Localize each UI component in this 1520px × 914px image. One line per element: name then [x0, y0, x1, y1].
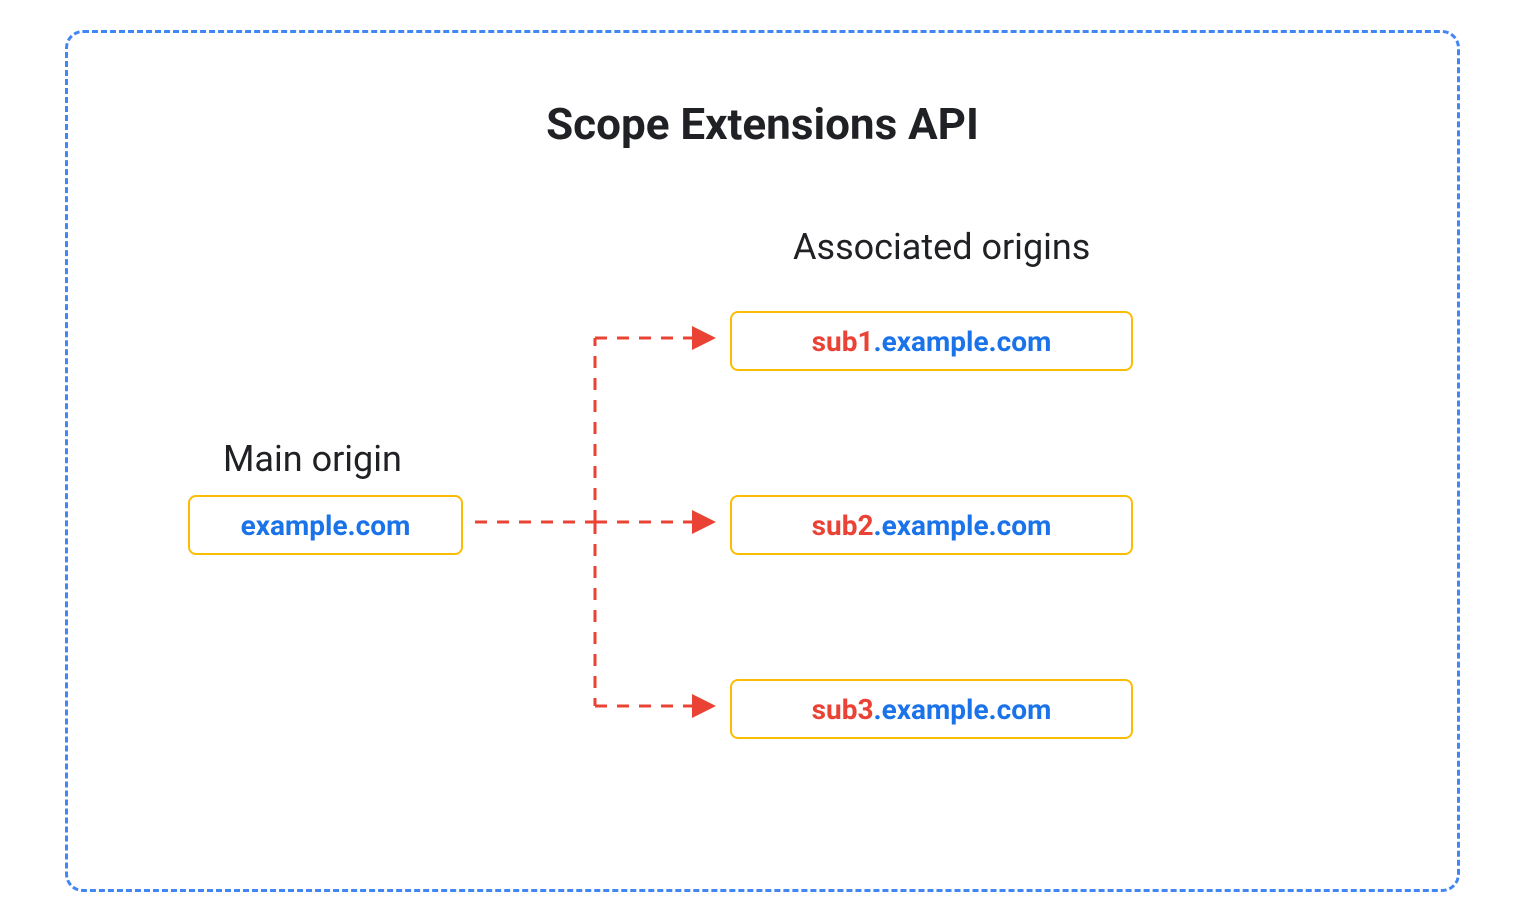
subdomain-prefix: sub3 [812, 693, 874, 726]
subdomain-domain: example.com [882, 509, 1052, 542]
associated-origin-box-1: sub1.example.com [730, 311, 1133, 371]
diagram-title: Scope Extensions API [546, 98, 979, 150]
main-origin-domain: example.com [241, 509, 411, 542]
associated-origin-box-3: sub3.example.com [730, 679, 1133, 739]
subdomain-dot: . [874, 693, 882, 726]
diagram-container: Scope Extensions API Main origin example… [65, 30, 1460, 892]
subdomain-domain: example.com [882, 693, 1052, 726]
main-origin-label: Main origin [223, 438, 402, 480]
main-origin-box: example.com [188, 495, 463, 555]
subdomain-prefix: sub2 [812, 509, 874, 542]
associated-origins-label: Associated origins [793, 226, 1090, 268]
subdomain-dot: . [874, 325, 882, 358]
associated-origin-box-2: sub2.example.com [730, 495, 1133, 555]
subdomain-domain: example.com [882, 325, 1052, 358]
subdomain-dot: . [874, 509, 882, 542]
subdomain-prefix: sub1 [812, 325, 874, 358]
